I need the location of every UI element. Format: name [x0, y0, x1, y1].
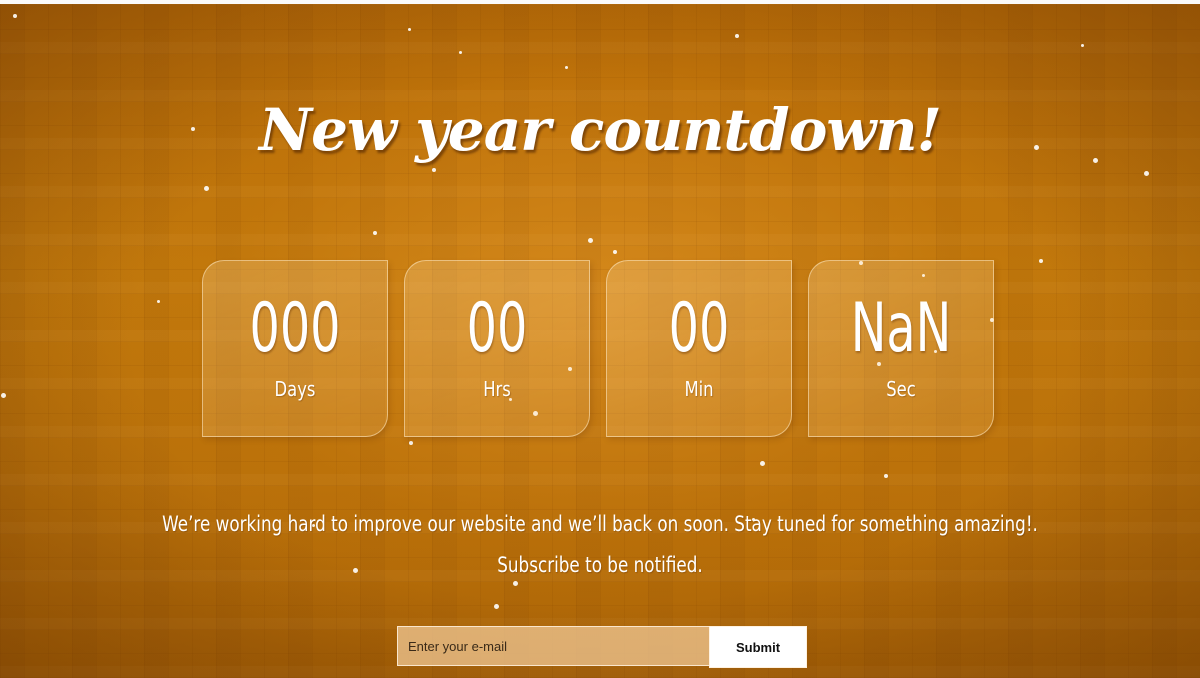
snowflake	[494, 604, 499, 609]
snowflake	[565, 66, 568, 69]
countdown: 000 Days 00 Hrs 00 Min NaN Sec	[202, 260, 994, 438]
snowflake	[408, 28, 411, 31]
countdown-seconds-label: Sec	[886, 377, 916, 401]
email-input[interactable]	[397, 626, 709, 666]
page-title: New year countdown!	[259, 96, 942, 164]
snowflake	[588, 238, 593, 243]
snowflake	[884, 474, 888, 478]
snowflake	[1144, 171, 1149, 176]
countdown-days-value: 000	[249, 289, 341, 368]
countdown-hours: 00 Hrs	[404, 260, 590, 437]
countdown-hours-value: 00	[466, 289, 528, 368]
snowflake	[409, 441, 413, 445]
snowflake	[204, 186, 209, 191]
snowflake	[1, 393, 6, 398]
countdown-days: 000 Days	[202, 260, 388, 437]
countdown-minutes-value: 00	[668, 289, 730, 368]
submit-button[interactable]: Submit	[709, 626, 807, 668]
countdown-minutes-label: Min	[684, 377, 714, 401]
countdown-days-label: Days	[274, 377, 316, 401]
snowflake	[459, 51, 462, 54]
snowflake	[1039, 259, 1043, 263]
countdown-minutes: 00 Min	[606, 260, 792, 437]
snowflake	[613, 250, 617, 254]
subscribe-form: Submit	[397, 626, 807, 668]
countdown-hours-label: Hrs	[483, 377, 511, 401]
countdown-seconds-value: NaN	[850, 289, 952, 368]
snowflake	[735, 34, 739, 38]
snowflake	[1081, 44, 1084, 47]
snowflake	[13, 14, 17, 18]
countdown-seconds: NaN Sec	[808, 260, 994, 437]
status-message: We’re working hard to improve our websit…	[0, 504, 1200, 586]
snowflake	[432, 168, 436, 172]
snowflake	[157, 300, 160, 303]
snowflake	[373, 231, 377, 235]
subscribe-prompt: Subscribe to be notified.	[497, 553, 703, 577]
status-message-line: We’re working hard to improve our websit…	[162, 512, 1038, 536]
snowflake	[760, 461, 765, 466]
